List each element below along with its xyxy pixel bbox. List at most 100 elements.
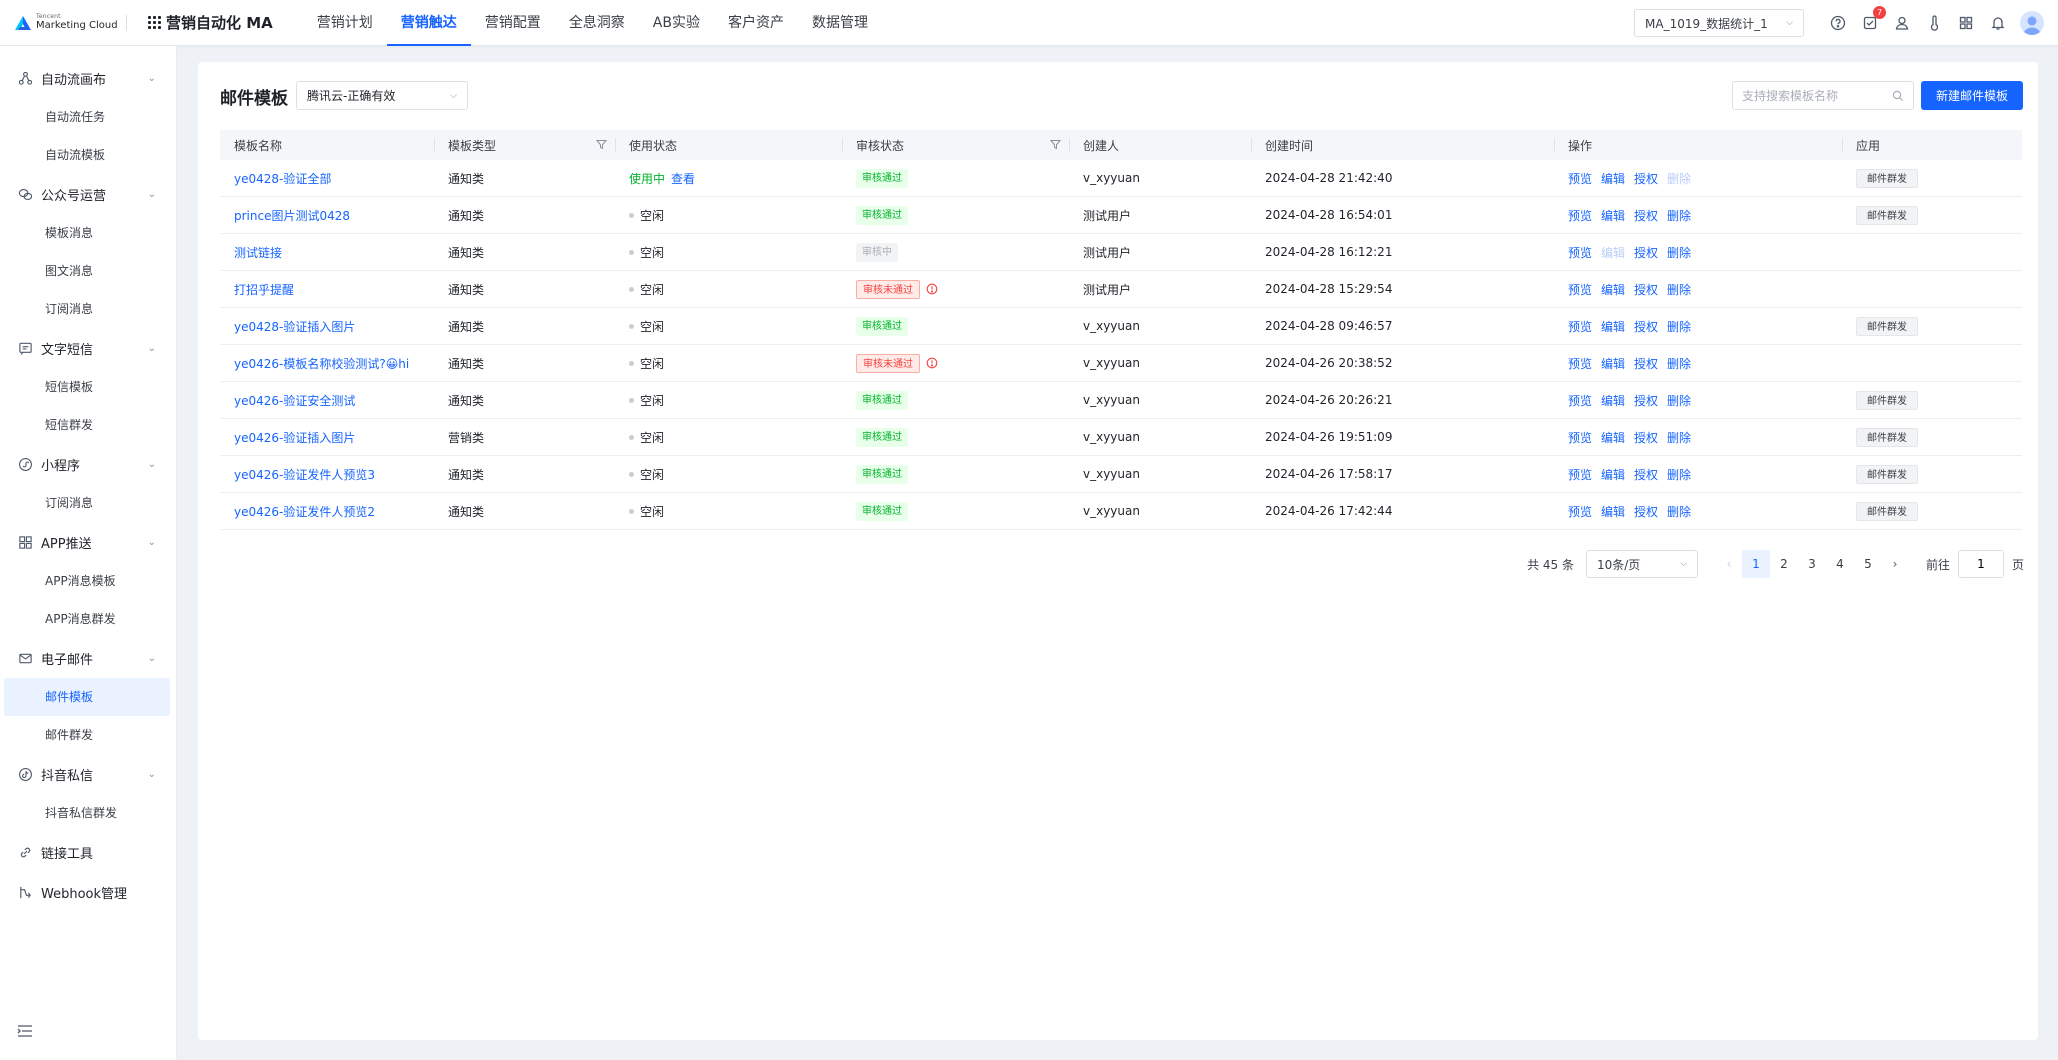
brand[interactable]: Tencent Marketing Cloud (0, 0, 136, 46)
nav-tab-7[interactable]: 数据管理 (798, 0, 882, 46)
preview-link[interactable]: 预览 (1568, 244, 1592, 261)
preview-link[interactable]: 预览 (1568, 355, 1592, 372)
preview-link[interactable]: 预览 (1568, 429, 1592, 446)
authorize-link[interactable]: 授权 (1634, 392, 1658, 409)
page-number[interactable]: 1 (1741, 550, 1770, 578)
edit-link[interactable]: 编辑 (1601, 355, 1625, 372)
preview-link[interactable]: 预览 (1568, 170, 1592, 187)
edit-link[interactable]: 编辑 (1601, 392, 1625, 409)
authorize-link[interactable]: 授权 (1634, 466, 1658, 483)
sidebar-item[interactable]: 模板消息 (4, 214, 170, 252)
sidebar-item[interactable]: 图文消息 (4, 252, 170, 290)
apps-icon[interactable] (1957, 14, 1975, 32)
edit-link[interactable]: 编辑 (1601, 429, 1625, 446)
delete-link[interactable]: 删除 (1667, 318, 1691, 335)
help-icon[interactable] (1829, 14, 1847, 32)
mass-send-button[interactable]: 邮件群发 (1856, 390, 1918, 410)
account-filter-select[interactable]: 腾讯云-正确有效 ⌵ (296, 81, 468, 110)
nav-tab-3[interactable]: 营销配置 (471, 0, 555, 46)
user-icon[interactable] (1893, 14, 1911, 32)
app-switcher[interactable]: 营销自动化 MA (148, 12, 273, 33)
thermometer-icon[interactable] (1925, 14, 1943, 32)
sidebar-group-douyin[interactable]: 抖音私信 ⌄ (0, 754, 176, 794)
collapse-sidebar-icon[interactable] (17, 1024, 33, 1038)
nav-tab-1[interactable]: 营销计划 (303, 0, 387, 46)
sidebar-group-webhook[interactable]: Webhook管理 (0, 872, 176, 912)
authorize-link[interactable]: 授权 (1634, 244, 1658, 261)
prev-page-icon[interactable]: ‹ (1718, 557, 1740, 571)
project-select[interactable]: MA_1019_数据统计_1 ⌵ (1634, 9, 1804, 37)
page-number[interactable]: 2 (1770, 550, 1798, 578)
task-icon[interactable]: 7 (1861, 6, 1886, 32)
preview-link[interactable]: 预览 (1568, 281, 1592, 298)
sidebar-group-mail[interactable]: 电子邮件 ⌄ (0, 638, 176, 678)
warning-circle-icon[interactable] (926, 283, 938, 295)
sidebar-group-wechat[interactable]: 公众号运营 ⌄ (0, 174, 176, 214)
edit-link[interactable]: 编辑 (1601, 318, 1625, 335)
search-icon[interactable] (1892, 90, 1904, 102)
mass-send-button[interactable]: 邮件群发 (1856, 501, 1918, 521)
authorize-link[interactable]: 授权 (1634, 318, 1658, 335)
sidebar-item[interactable]: 抖音私信群发 (4, 794, 170, 832)
template-name-link[interactable]: ye0426-验证安全测试 (234, 392, 355, 409)
mass-send-button[interactable]: 邮件群发 (1856, 316, 1918, 336)
template-name-link[interactable]: ye0428-验证全部 (234, 170, 331, 187)
sidebar-item[interactable]: 自动流模板 (4, 136, 170, 174)
authorize-link[interactable]: 授权 (1634, 429, 1658, 446)
authorize-link[interactable]: 授权 (1634, 355, 1658, 372)
view-usage-link[interactable]: 查看 (671, 170, 695, 187)
preview-link[interactable]: 预览 (1568, 207, 1592, 224)
sidebar-group-app[interactable]: APP推送 ⌄ (0, 522, 176, 562)
sidebar-group-sms[interactable]: 文字短信 ⌄ (0, 328, 176, 368)
sidebar-item[interactable]: 自动流任务 (4, 98, 170, 136)
edit-link[interactable]: 编辑 (1601, 170, 1625, 187)
goto-page-input[interactable] (1957, 550, 2004, 578)
edit-link[interactable]: 编辑 (1601, 281, 1625, 298)
delete-link[interactable]: 删除 (1667, 392, 1691, 409)
delete-link[interactable]: 删除 (1667, 503, 1691, 520)
sidebar-item[interactable]: 邮件群发 (4, 716, 170, 754)
template-name-link[interactable]: ye0428-验证插入图片 (234, 318, 355, 335)
search-input[interactable] (1742, 88, 1892, 103)
authorize-link[interactable]: 授权 (1634, 207, 1658, 224)
edit-link[interactable]: 编辑 (1601, 207, 1625, 224)
page-number[interactable]: 4 (1826, 550, 1854, 578)
template-name-link[interactable]: ye0426-模板名称校验测试?😀hi (234, 355, 409, 372)
delete-link[interactable]: 删除 (1667, 207, 1691, 224)
authorize-link[interactable]: 授权 (1634, 170, 1658, 187)
nav-tab-4[interactable]: 全息洞察 (555, 0, 639, 46)
delete-link[interactable]: 删除 (1667, 244, 1691, 261)
mass-send-button[interactable]: 邮件群发 (1856, 168, 1918, 188)
sidebar-item[interactable]: APP消息群发 (4, 600, 170, 638)
preview-link[interactable]: 预览 (1568, 392, 1592, 409)
edit-link[interactable]: 编辑 (1601, 503, 1625, 520)
page-number[interactable]: 5 (1854, 550, 1882, 578)
preview-link[interactable]: 预览 (1568, 318, 1592, 335)
template-name-link[interactable]: ye0426-验证发件人预览3 (234, 466, 375, 483)
filter-funnel-icon[interactable] (1049, 139, 1062, 150)
authorize-link[interactable]: 授权 (1634, 503, 1658, 520)
sidebar-item[interactable]: APP消息模板 (4, 562, 170, 600)
filter-funnel-icon[interactable] (595, 139, 608, 150)
nav-tab-5[interactable]: AB实验 (639, 0, 714, 46)
page-number[interactable]: 3 (1798, 550, 1826, 578)
new-template-button[interactable]: 新建邮件模板 (1921, 81, 2023, 110)
sidebar-item[interactable]: 短信模板 (4, 368, 170, 406)
mass-send-button[interactable]: 邮件群发 (1856, 464, 1918, 484)
template-name-link[interactable]: 测试链接 (234, 244, 282, 261)
bell-icon[interactable] (1989, 14, 2007, 32)
sidebar-group-link[interactable]: 链接工具 (0, 832, 176, 872)
sidebar-item[interactable]: 短信群发 (4, 406, 170, 444)
mass-send-button[interactable]: 邮件群发 (1856, 427, 1918, 447)
edit-link[interactable]: 编辑 (1601, 466, 1625, 483)
nav-tab-6[interactable]: 客户资产 (714, 0, 798, 46)
delete-link[interactable]: 删除 (1667, 355, 1691, 372)
delete-link[interactable]: 删除 (1667, 281, 1691, 298)
preview-link[interactable]: 预览 (1568, 503, 1592, 520)
sidebar-item[interactable]: 邮件模板 (4, 678, 170, 716)
sidebar-item[interactable]: 订阅消息 (4, 484, 170, 522)
template-name-link[interactable]: ye0426-验证插入图片 (234, 429, 355, 446)
template-name-link[interactable]: ye0426-验证发件人预览2 (234, 503, 375, 520)
delete-link[interactable]: 删除 (1667, 429, 1691, 446)
template-name-link[interactable]: prince图片测试0428 (234, 207, 350, 224)
